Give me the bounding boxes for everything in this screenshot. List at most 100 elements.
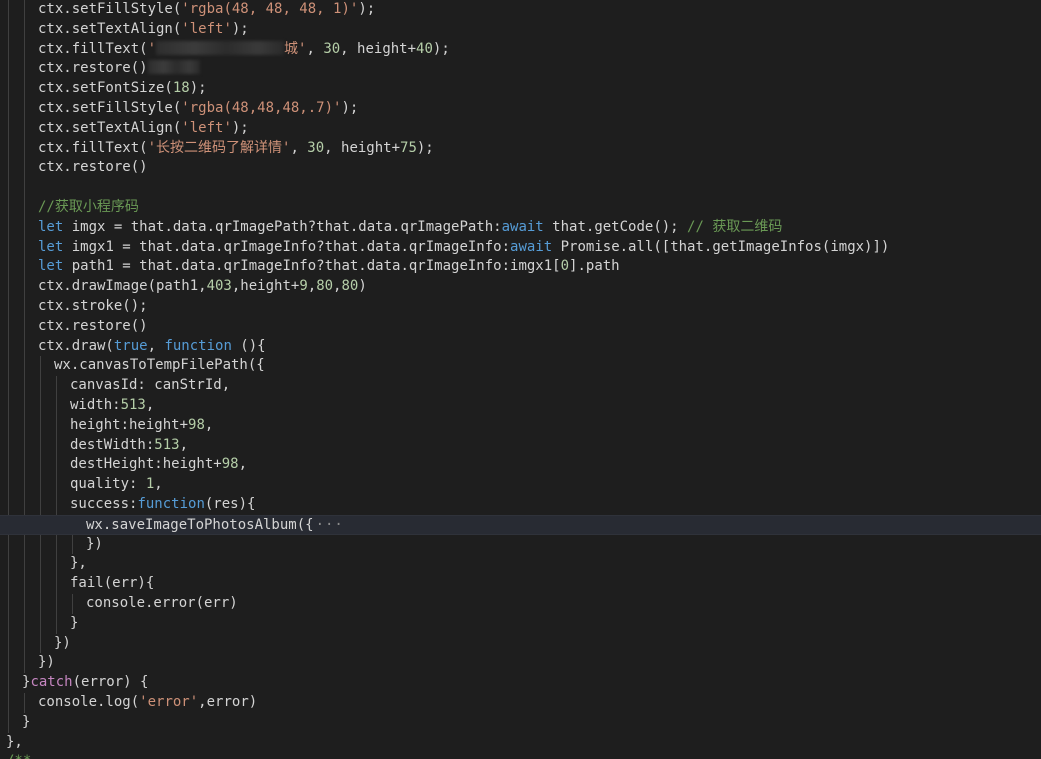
code-line[interactable]: ctx.restore() [0,59,1041,79]
code-token: quality: [70,476,146,493]
code-line[interactable]: destWidth:513, [0,436,1041,456]
code-line[interactable]: ctx.setFontSize(18); [0,79,1041,99]
code-token: 'left' [181,119,232,136]
code-token: 40 [416,40,433,57]
code-line[interactable]: let imgx = that.data.qrImagePath?that.da… [0,218,1041,238]
code-line-content: let path1 = that.data.qrImageInfo?that.d… [38,257,620,277]
code-line[interactable]: let path1 = that.data.qrImageInfo?that.d… [0,257,1041,277]
code-token: 城' [284,40,307,57]
code-token: success: [70,496,138,512]
code-token: // 获取二维码 [687,218,783,235]
code-line[interactable]: ctx.restore() [0,317,1041,337]
code-token: }) [54,634,71,651]
folded-region-ellipsis[interactable]: ··· [316,517,344,533]
code-line[interactable]: }) [0,634,1041,654]
code-token: (error) { [72,674,149,691]
code-line[interactable]: //获取小程序码 [0,198,1041,218]
code-line[interactable]: canvasId: canStrId, [0,376,1041,396]
code-line[interactable]: } [0,713,1041,733]
code-token: 30 [307,139,325,156]
code-token: ].path [569,258,620,275]
code-line[interactable]: console.error(err) [0,594,1041,614]
code-line-content: }) [86,535,103,555]
code-line[interactable]: destHeight:height+98, [0,455,1041,475]
code-line-content: ctx.draw(true, function (){ [38,337,266,357]
code-line-content: ctx.setFillStyle('rgba(48, 48, 48, 1)'); [38,0,375,20]
code-line-content: ctx.restore() [38,317,148,337]
code-line[interactable]: let imgx1 = that.data.qrImageInfo?that.d… [0,238,1041,258]
code-line[interactable]: ctx.setTextAlign('left'); [0,20,1041,40]
code-line-content: }, [70,554,87,574]
code-line-current[interactable]: wx.saveImageToPhotosAlbum({··· [0,514,1041,535]
code-token: Promise.all([that.getImageInfos(imgx)]) [552,238,890,255]
redacted-text [156,40,285,55]
code-line-content: height:height+98, [70,416,213,436]
code-token: function [137,496,205,512]
code-line-content: ctx.stroke(); [38,297,148,317]
code-line[interactable] [0,178,1041,198]
code-token: ctx.restore() [38,60,148,77]
code-line[interactable]: ctx.drawImage(path1,403,height+9,80,80) [0,277,1041,297]
code-line[interactable]: } [0,614,1041,634]
code-token: , [290,139,308,156]
code-token: ,error) [198,694,258,710]
code-line[interactable]: }, [0,733,1041,753]
code-line[interactable]: ctx.fillText(' 城', 30, height+40); [0,40,1041,60]
code-line-content: ctx.setFontSize(18); [38,79,207,99]
code-token: , [307,278,317,295]
code-line-content: let imgx1 = that.data.qrImageInfo?that.d… [38,238,889,258]
code-line[interactable]: quality: 1, [0,475,1041,495]
code-token: ctx.restore() [38,317,148,334]
code-token: imgx = that.data.qrImagePath?that.data.q… [63,218,502,235]
code-token: 'rgba(48,48,48,.7)' [181,100,342,116]
code-token: ); [341,100,359,116]
code-line[interactable]: height:height+98, [0,416,1041,436]
code-line-content: /** [6,752,31,759]
code-line-content: ctx.restore() [38,158,148,178]
code-token: 'rgba(48, 48, 48, 1)' [181,1,359,17]
code-line[interactable]: }catch(error) { [0,673,1041,693]
code-token: await [501,218,544,235]
code-editor[interactable]: ctx.setFillStyle('rgba(48, 48, 48, 1)');… [0,0,1041,759]
code-line-content: ctx.setTextAlign('left'); [38,20,249,40]
code-line[interactable]: }) [0,535,1041,555]
code-token: ctx.setTextAlign( [38,20,182,37]
code-token: ) [358,278,367,295]
code-line[interactable]: ctx.fillText('长按二维码了解详情', 30, height+75)… [0,139,1041,159]
code-token: 403 [206,278,232,295]
code-token: ,height+ [231,278,300,295]
code-line-content: let imgx = that.data.qrImagePath?that.da… [38,218,782,238]
code-line[interactable]: ctx.setFillStyle('rgba(48,48,48,.7)'); [0,99,1041,119]
code-line[interactable]: ctx.restore() [0,158,1041,178]
code-line-content: ctx.restore() [38,59,200,79]
code-token: } [70,614,79,631]
code-token: }) [86,535,103,552]
code-line[interactable]: fail(err){ [0,574,1041,594]
code-line[interactable]: }, [0,554,1041,574]
code-token: ); [432,40,450,57]
code-line[interactable]: width:513, [0,396,1041,416]
code-line-content: destWidth:513, [70,436,188,456]
code-line[interactable]: wx.canvasToTempFilePath({ [0,356,1041,376]
code-token: canvasId: canStrId, [70,377,231,394]
code-token: , [204,416,214,433]
code-token: ' [147,40,157,57]
code-token: 513 [154,436,180,453]
code-token: '长按二维码了解详情' [147,139,291,156]
code-line[interactable]: ctx.setTextAlign('left'); [0,119,1041,139]
code-token: 9 [299,278,308,295]
code-token: let [38,218,64,235]
code-line[interactable]: success:function(res){ [0,495,1041,515]
code-line[interactable]: ctx.setFillStyle('rgba(48, 48, 48, 1)'); [0,0,1041,20]
code-token: /** [6,753,31,759]
code-token: , [147,337,165,354]
code-line[interactable]: ctx.draw(true, function (){ [0,337,1041,357]
redacted-text [147,60,200,75]
code-token: imgx1 = that.data.qrImageInfo?that.data.… [63,238,511,255]
code-line[interactable]: ctx.stroke(); [0,297,1041,317]
code-line[interactable]: console.log('error',error) [0,693,1041,713]
code-token: destWidth: [70,436,155,453]
code-line[interactable]: /** [0,752,1041,759]
code-token: (res){ [204,496,256,512]
code-line[interactable]: }) [0,653,1041,673]
